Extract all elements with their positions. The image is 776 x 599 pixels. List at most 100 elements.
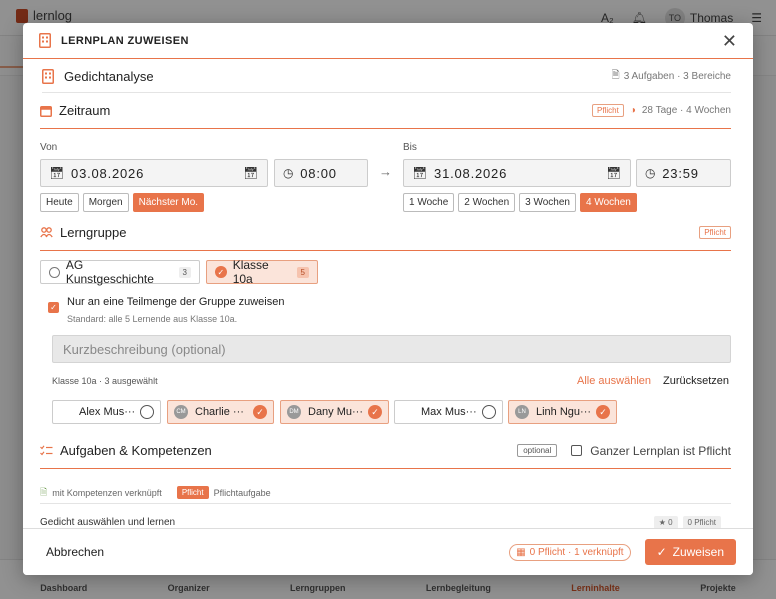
bis-quick-buttons: 1 Woche 2 Wochen 3 Wochen 4 Wochen: [403, 193, 637, 212]
legend-pflicht-text: Pflichtaufgabe: [213, 487, 271, 498]
section-lerngruppe-title: Lerngruppe: [60, 225, 127, 240]
calendar-icon: 📅︎: [412, 166, 429, 180]
subset-label: Nur an eine Teilmenge der Gruppe zuweise…: [67, 296, 285, 308]
assign-button-label: Zuweisen: [672, 545, 724, 559]
section-lerngruppe-header: Lerngruppe Pflicht: [40, 215, 731, 251]
plan-icon: [39, 33, 51, 48]
section-aufgaben-header: Aufgaben & Kompetenzen optional Ganzer L…: [40, 433, 731, 469]
bis-time-input[interactable]: ◷ 23:59: [636, 159, 731, 187]
calendar-picker-icon[interactable]: 📅︎: [243, 166, 259, 180]
radio-unchecked-icon: [49, 266, 60, 278]
member-chip-selected[interactable]: CM Charlie ··· ✓: [167, 400, 274, 424]
reset-link[interactable]: Zurücksetzen: [663, 375, 729, 387]
von-date-value: 03.08.2026: [71, 165, 145, 181]
legend-linked: mit Kompetenzen verknüpft: [52, 487, 162, 498]
quick-4-wochen-button[interactable]: 4 Wochen: [579, 193, 637, 212]
member-avatar: CM: [174, 405, 188, 419]
required-badge: Pflicht: [592, 104, 624, 117]
document-icon: 🗎︎: [611, 69, 620, 81]
member-chip[interactable]: Max Mus···: [394, 400, 503, 424]
quick-naechster-mo-button[interactable]: Nächster Mo.: [132, 193, 205, 212]
assign-button[interactable]: ✓ Zuweisen: [644, 539, 736, 565]
von-time-input[interactable]: ◷ 08:00: [274, 159, 368, 187]
plan-meta-text: 3 Aufgaben · 3 Bereiche: [623, 70, 731, 82]
required-badge: Pflicht: [699, 226, 731, 239]
legend-pflicht-badge: Pflicht: [176, 486, 209, 499]
group-option-ag-kunstgeschichte[interactable]: AG Kunstgeschichte 3: [40, 258, 200, 286]
quick-1-woche-button[interactable]: 1 Woche: [403, 193, 455, 212]
checked-circle-icon: ✓: [368, 405, 382, 419]
legend-row: 🗎︎ mit Kompetenzen verknüpft Pflicht Pfl…: [40, 482, 731, 504]
unchecked-circle-icon: [482, 405, 496, 419]
linked-document-icon: 🗎︎: [40, 486, 48, 497]
checked-circle-icon: ✓: [596, 405, 610, 419]
dialog-footer: Abbrechen ▦ 0 Pflicht · 1 verknüpft ✓ Zu…: [23, 528, 753, 575]
summary-pill: ▦ 0 Pflicht · 1 verknüpft: [509, 543, 631, 561]
assign-plan-dialog: LERNPLAN ZUWEISEN ✕ Gedichtanalyse 🗎︎ 3 …: [23, 23, 753, 575]
von-label: Von: [40, 142, 58, 153]
short-description-placeholder: Kurzbeschreibung (optional): [63, 341, 226, 357]
close-icon[interactable]: ✕: [722, 32, 737, 50]
arrow-right-icon: →: [379, 164, 392, 179]
member-chip-selected[interactable]: DM Dany Mu··· ✓: [280, 400, 389, 424]
whole-plan-checkbox[interactable]: [571, 445, 583, 456]
plan-name: Gedichtanalyse: [64, 68, 154, 84]
short-description-input[interactable]: Kurzbeschreibung (optional): [52, 335, 731, 363]
von-quick-buttons: Heute Morgen Nächster Mo.: [40, 193, 205, 212]
member-chip[interactable]: Alex Mus···: [52, 400, 161, 424]
subset-checkbox[interactable]: ✓: [48, 302, 59, 313]
bis-label: Bis: [403, 142, 417, 153]
grid-icon: ▦: [516, 546, 526, 558]
group-count: 5: [296, 266, 309, 278]
group-count: 3: [178, 266, 191, 278]
task-stars: ★ 0: [653, 515, 678, 529]
von-date-input[interactable]: 📅︎ 03.08.2026 📅︎: [40, 159, 268, 187]
section-aufgaben-title: Aufgaben & Kompetenzen: [60, 443, 212, 458]
whole-plan-label: Ganzer Lernplan ist Pflicht: [590, 443, 731, 458]
clock-icon: ◷: [283, 166, 295, 180]
calendar-picker-icon[interactable]: 📅︎: [606, 166, 622, 180]
unchecked-circle-icon: [140, 405, 154, 419]
task-pflicht-count: 0 Pflicht: [682, 515, 721, 529]
duration-text: 28 Tage · 4 Wochen: [641, 105, 731, 116]
dialog-title: LERNPLAN ZUWEISEN: [61, 34, 189, 47]
check-icon: ✓: [656, 545, 667, 559]
radio-checked-icon: ✓: [215, 266, 227, 278]
member-name: Alex Mus···: [79, 406, 136, 418]
clock-icon: ◷: [645, 166, 657, 180]
member-avatar: LN: [515, 405, 529, 419]
member-name: Dany Mu···: [308, 406, 364, 418]
bis-time-value: 23:59: [662, 165, 699, 181]
calendar-icon: 📅︎: [49, 166, 66, 180]
quick-3-wochen-button[interactable]: 3 Wochen: [519, 193, 576, 212]
bis-date-input[interactable]: 📅︎ 31.08.2026 📅︎: [403, 159, 631, 187]
plan-icon: [42, 68, 54, 84]
section-zeitraum-header: Zeitraum Pflicht ◑ 28 Tage · 4 Wochen: [40, 93, 731, 129]
dialog-header: LERNPLAN ZUWEISEN ✕: [23, 23, 753, 59]
clock-progress-icon: ◑: [629, 105, 636, 116]
select-all-link[interactable]: Alle auswählen: [577, 375, 651, 387]
subset-hint: Standard: alle 5 Lernende aus Klasse 10a…: [67, 314, 238, 324]
group-icon: [40, 227, 53, 238]
quick-2-wochen-button[interactable]: 2 Wochen: [458, 193, 516, 212]
whole-plan-required-toggle[interactable]: Ganzer Lernplan ist Pflicht: [571, 444, 731, 458]
cancel-button[interactable]: Abbrechen: [46, 545, 104, 559]
plan-meta: 🗎︎ 3 Aufgaben · 3 Bereiche: [612, 68, 731, 85]
quick-morgen-button[interactable]: Morgen: [82, 193, 129, 212]
von-time-value: 08:00: [300, 165, 337, 181]
section-zeitraum-title: Zeitraum: [59, 103, 111, 118]
quick-heute-button[interactable]: Heute: [40, 193, 79, 212]
checked-circle-icon: ✓: [253, 405, 267, 419]
group-name: Klasse 10a: [232, 258, 269, 286]
checklist-icon: [40, 445, 53, 456]
optional-badge: optional: [517, 444, 558, 457]
member-name: Linh Ngu···: [536, 406, 592, 418]
summary-text: 0 Pflicht · 1 verknüpft: [529, 546, 624, 558]
group-option-klasse-10a[interactable]: ✓ Klasse 10a 5: [206, 258, 318, 286]
calendar-icon: [40, 105, 52, 117]
group-name: AG Kunstgeschichte: [65, 258, 154, 286]
member-name: Charlie ···: [195, 406, 244, 418]
member-avatar: DM: [287, 405, 301, 419]
member-chip-selected[interactable]: LN Linh Ngu··· ✓: [508, 400, 617, 424]
bis-date-value: 31.08.2026: [434, 165, 508, 181]
